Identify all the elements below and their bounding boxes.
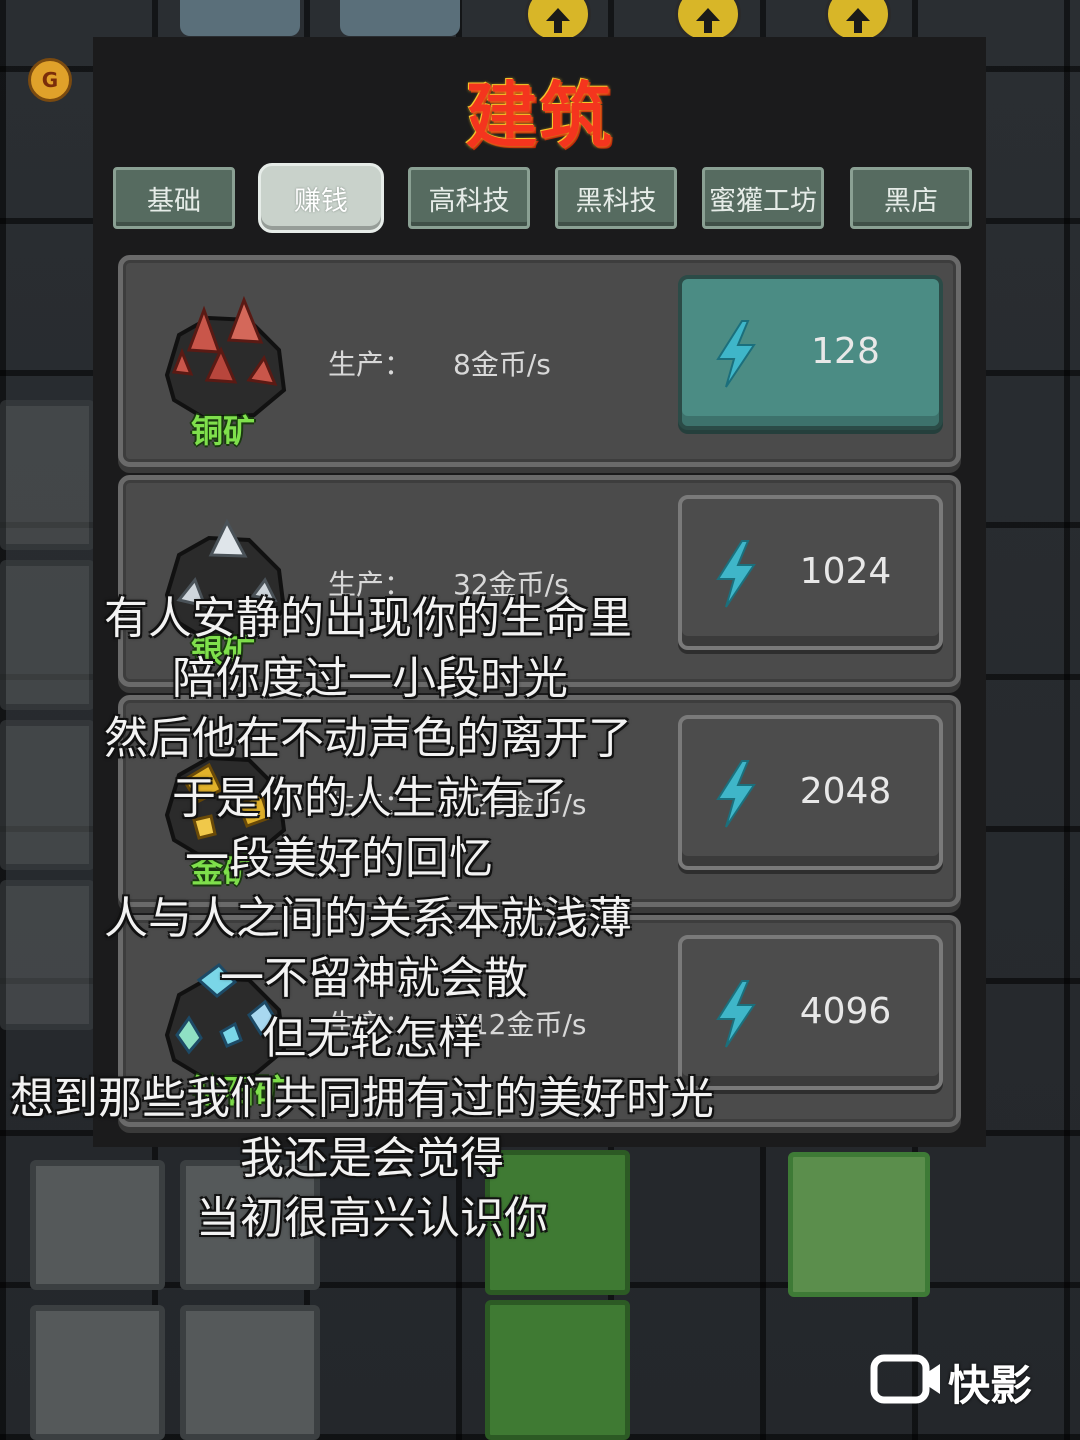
production-label: 生产： bbox=[328, 348, 413, 381]
production-label: 生产： bbox=[328, 788, 413, 821]
tab-money[interactable]: 赚钱 bbox=[258, 163, 384, 233]
price-value: 2048 bbox=[799, 771, 892, 812]
buy-button[interactable]: 2048 bbox=[678, 715, 943, 870]
lightning-icon bbox=[716, 980, 756, 1048]
arcade-machine bbox=[180, 0, 300, 36]
building-card-copper: 铜矿 生产： 8金币/s 128 bbox=[118, 255, 961, 467]
production-value: 512金币/s bbox=[453, 1008, 587, 1041]
lightning-icon bbox=[716, 540, 756, 608]
lightning-icon bbox=[716, 320, 756, 388]
stone-floor-tile bbox=[0, 560, 95, 710]
grass-tile bbox=[485, 1300, 630, 1440]
building-name: 金矿 bbox=[191, 852, 256, 890]
stone-floor-tile bbox=[0, 880, 95, 1030]
price-value: 128 bbox=[811, 331, 880, 372]
stone-floor-tile bbox=[180, 1305, 320, 1440]
building-name: 银矿 bbox=[191, 632, 256, 670]
building-panel: 建筑 基础 赚钱 高科技 黑科技 蜜獾工坊 黑店 铜矿 生产： 8金币/s 12… bbox=[93, 37, 986, 1147]
buy-button[interactable]: 4096 bbox=[678, 935, 943, 1090]
production-label: 生产： bbox=[328, 568, 413, 601]
price-value: 4096 bbox=[799, 991, 892, 1032]
building-card-gold: 金矿 生产： 128金币/s 2048 bbox=[118, 695, 961, 907]
production-label: 生产： bbox=[328, 1008, 413, 1041]
production-value: 128金币/s bbox=[453, 788, 587, 821]
stone-floor-tile bbox=[0, 720, 95, 870]
arcade-machine bbox=[340, 0, 460, 36]
watermark-text: 快影 bbox=[948, 1361, 1033, 1410]
production-value: 8金币/s bbox=[453, 348, 551, 381]
category-tabs: 基础 赚钱 高科技 黑科技 蜜獾工坊 黑店 bbox=[113, 163, 973, 233]
stone-floor-tile bbox=[180, 1160, 320, 1290]
stone-floor-tile bbox=[0, 400, 95, 550]
building-name: 铜矿 bbox=[191, 412, 256, 450]
building-name: 钻石矿 bbox=[191, 1072, 288, 1110]
grass-tile bbox=[485, 1150, 630, 1295]
tab-honey-badger-workshop[interactable]: 蜜獾工坊 bbox=[702, 167, 824, 229]
gold-coin-icon[interactable]: G bbox=[28, 58, 72, 102]
price-value: 1024 bbox=[799, 551, 892, 592]
buy-button[interactable]: 1024 bbox=[678, 495, 943, 650]
tab-black-tech[interactable]: 黑科技 bbox=[555, 167, 677, 229]
stone-floor-tile bbox=[30, 1160, 165, 1290]
building-card-silver: 银矿 生产： 32金币/s 1024 bbox=[118, 475, 961, 687]
buy-button[interactable]: 128 bbox=[678, 275, 943, 430]
tab-black-shop[interactable]: 黑店 bbox=[850, 167, 972, 229]
grass-tile bbox=[788, 1152, 930, 1297]
building-card-diamond: 钻石矿 生产： 512金币/s 4096 bbox=[118, 915, 961, 1127]
lightning-icon bbox=[716, 760, 756, 828]
tab-basic[interactable]: 基础 bbox=[113, 167, 235, 229]
stone-floor-tile bbox=[30, 1305, 165, 1440]
tab-high-tech[interactable]: 高科技 bbox=[408, 167, 530, 229]
production-value: 32金币/s bbox=[453, 568, 569, 601]
panel-title: 建筑 bbox=[465, 74, 614, 158]
